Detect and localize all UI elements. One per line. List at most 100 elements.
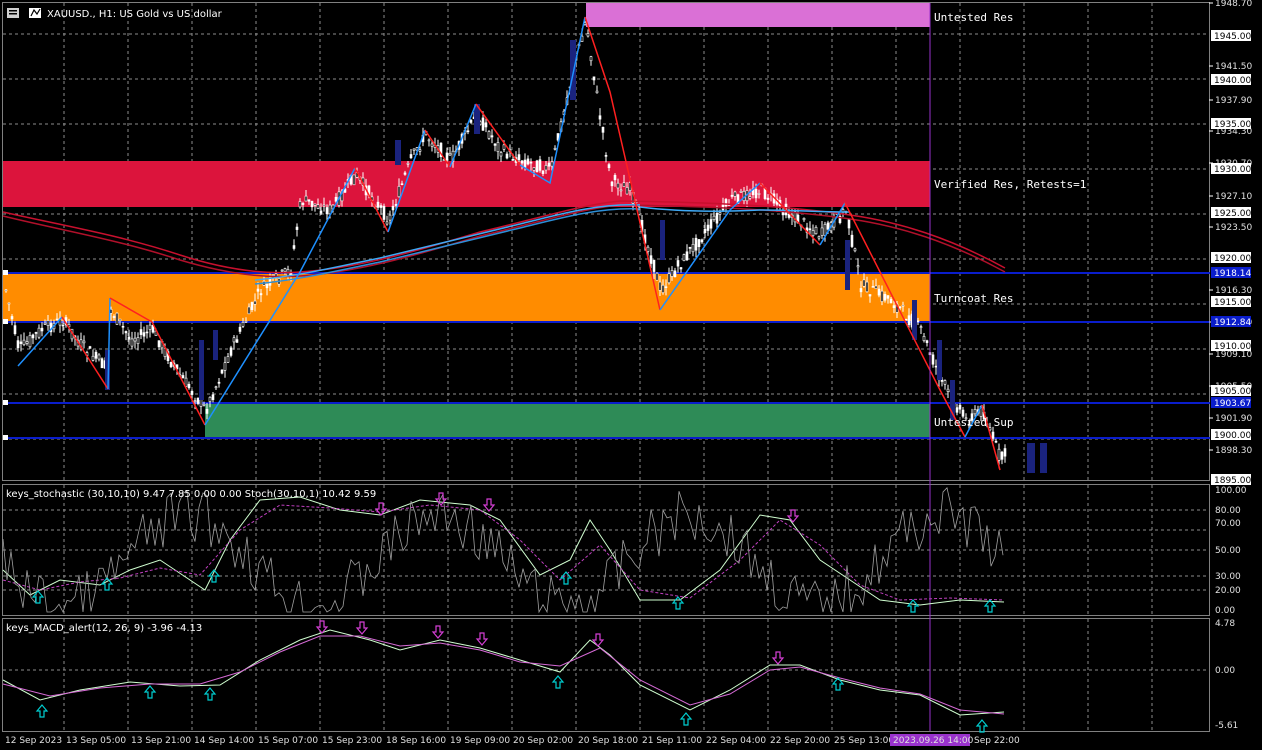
price-tick: 1937.90 [1215,96,1252,106]
up-arrow-icon [906,599,920,613]
time-tick: 12 Sep 2023 [5,736,62,746]
macd-tick: 4.78 [1215,619,1235,629]
zone-untested-sup [205,404,930,438]
trading-chart[interactable]: Untested Res Verified Res, Retests=1 Tur… [0,0,1262,750]
stochastic-axis: 100.00 80.00 70.00 50.00 30.00 20.00 0.00 [1215,486,1247,616]
price-level-box: 1915.00 [1211,296,1251,308]
svg-text:1935.00: 1935.00 [1214,120,1251,130]
stochastic-title: keys_stochastic (30,10,10) 9.47 7.85 0.0… [6,489,376,500]
macd-tick: 0.00 [1215,666,1235,676]
time-tick: 20 Sep 18:00 [578,736,638,746]
down-arrow-icon [482,498,496,512]
grid-lines [3,3,1209,731]
time-tick: 15 Sep 07:00 [258,736,318,746]
down-arrow-icon [355,621,369,635]
price-tick: 1941.50 [1215,62,1252,72]
price-level-box: 1940.00 [1211,74,1251,86]
time-tick: 14 Sep 14:00 [194,736,254,746]
price-level-box: 1945.00 [1211,30,1251,42]
zone-untested-res [586,3,930,27]
time-tick: 20 Sep 02:00 [513,736,573,746]
price-tick: 1898.30 [1215,446,1252,456]
stochastic-tick: 80.00 [1215,506,1241,516]
down-arrow-icon [591,633,605,647]
macd-panel: keys_MACD_alert(12, 26, 9) -3.96 -4.13 4… [2,619,1238,731]
ma-red-1 [2,200,1006,274]
time-tick: 19 Sep 09:00 [450,736,510,746]
svg-text:1905.00: 1905.00 [1214,387,1251,397]
zone-turncoat-res [3,274,930,322]
price-tick: 1901.90 [1215,414,1252,424]
time-tick: 22 Sep 20:00 [770,736,830,746]
time-tick: Sep 22:00 [974,736,1020,746]
stochastic-panel: keys_stochastic (30,10,10) 9.47 7.85 0.0… [2,486,1247,616]
stochastic-tick: 100.00 [1215,486,1247,496]
up-arrow-icon [35,704,49,718]
signal-arrows [31,492,997,733]
time-tick: 25 Sep 13:00 [834,736,894,746]
svg-text:1895.00: 1895.00 [1214,476,1251,486]
up-arrow-icon [551,675,565,689]
price-tick: 1927.10 [1215,192,1252,202]
zone-label-verified-res: Verified Res, Retests=1 [934,178,1086,191]
time-tick: 13 Sep 21:00 [131,736,191,746]
time-tick: 15 Sep 23:00 [322,736,382,746]
down-arrow-icon [434,492,448,506]
svg-text:1910.00: 1910.00 [1214,342,1251,352]
time-tick: 18 Sep 16:00 [386,736,446,746]
stochastic-tick: 30.00 [1215,572,1241,582]
cursor-time-label: 2023.09.26 14:00 [893,736,974,746]
moving-averages [2,200,1006,285]
zone-labels: Untested Res Verified Res, Retests=1 Tur… [934,11,1086,429]
price-level-box: 1935.00 [1211,118,1251,130]
svg-text:1925.00: 1925.00 [1214,209,1251,219]
svg-text:1918.14: 1918.14 [1214,269,1251,279]
price-level-box: 1895.00 [1211,474,1251,486]
up-arrow-icon [679,712,693,726]
time-axis: 12 Sep 2023 13 Sep 05:00 13 Sep 21:00 14 Se… [5,734,1020,746]
macd-title: keys_MACD_alert(12, 26, 9) -3.96 -4.13 [6,623,202,634]
down-arrow-icon [431,625,445,639]
macd-tick: -5.61 [1215,721,1238,731]
up-arrow-icon [143,685,157,699]
price-level-box: 1925.00 [1211,207,1251,219]
price-level-box: 1900.00 [1211,429,1251,441]
stochastic-tick: 70.00 [1215,519,1241,529]
zone-label-turncoat-res: Turncoat Res [934,292,1013,305]
svg-text:1900.00: 1900.00 [1214,431,1251,441]
time-tick: 22 Sep 04:00 [706,736,766,746]
svg-text:1945.00: 1945.00 [1214,32,1251,42]
up-arrow-icon [975,719,989,733]
time-tick: 13 Sep 05:00 [66,736,126,746]
svg-text:1915.00: 1915.00 [1214,298,1251,308]
symbol-title: XAUUSD., H1: US Gold vs US dollar [47,9,223,20]
sr-zones [3,3,930,438]
svg-text:1912.84: 1912.84 [1214,318,1251,328]
price-level-box: 1918.14 [1211,267,1251,279]
price-level-box: 1903.67 [1211,397,1251,409]
price-tick: 1948.70 [1215,0,1252,9]
chart-header: XAUUSD., H1: US Gold vs US dollar [7,8,223,20]
macd-axis: 4.78 0.00 -5.61 [1215,619,1238,731]
price-level-box: 1910.00 [1211,340,1251,352]
price-level-box: 1930.00 [1211,163,1251,175]
zone-verified-res [3,161,930,207]
svg-text:1920.00: 1920.00 [1214,254,1251,264]
stochastic-tick: 50.00 [1215,546,1241,556]
svg-text:1930.00: 1930.00 [1214,165,1251,175]
stochastic-tick: 20.00 [1215,586,1241,596]
price-level-box: 1912.84 [1211,316,1251,328]
time-tick: 21 Sep 11:00 [642,736,702,746]
price-tick: 1923.50 [1215,223,1252,233]
zone-label-untested-res: Untested Res [934,11,1013,24]
up-arrow-icon [831,677,845,691]
down-arrow-icon [771,651,785,665]
price-level-box: 1905.00 [1211,385,1251,397]
zone-label-untested-sup: Untested Sup [934,416,1013,429]
svg-text:1940.00: 1940.00 [1214,76,1251,86]
price-axis: 1948.701941.501937.901934.301930.701927.… [1209,0,1252,486]
svg-text:1903.67: 1903.67 [1214,399,1251,409]
price-level-box: 1920.00 [1211,252,1251,264]
up-arrow-icon [559,571,573,585]
down-arrow-icon [475,632,489,646]
